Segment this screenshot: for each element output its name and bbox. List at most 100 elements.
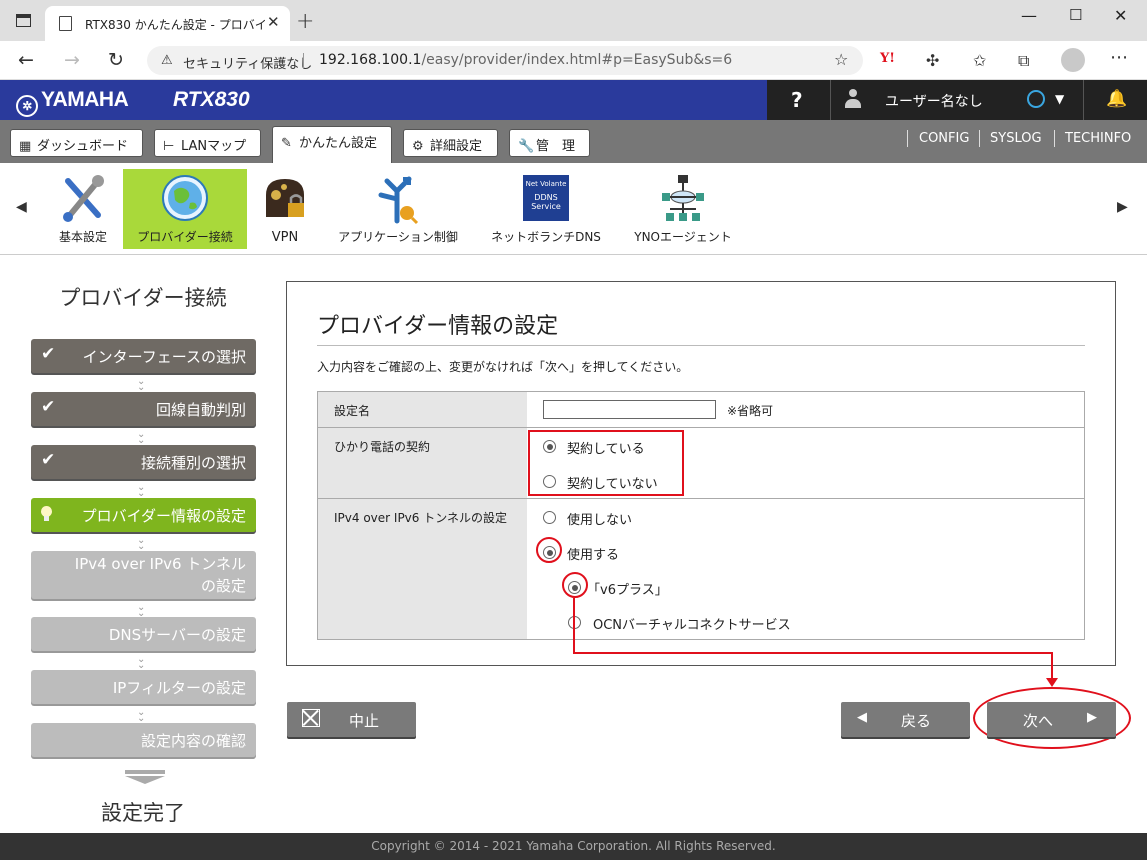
reload-icon[interactable]: ↻ <box>108 49 124 71</box>
help-button[interactable]: ? <box>791 88 803 112</box>
annotation-line <box>573 652 1053 654</box>
main-menu: ▦ ダッシュボード ⊢ LANマップ ✎ かんたん設定 ⚙ 詳細設定 🔧 管 理 <box>0 120 1147 163</box>
back-button[interactable]: ◀ 戻る <box>841 702 970 737</box>
feature-yno-agent[interactable]: YNOエージェント <box>626 169 740 249</box>
techinfo-link[interactable]: TECHINFO <box>1065 131 1131 146</box>
optional-note: ※省略可 <box>727 404 774 418</box>
step-interface: ✔ インターフェースの選択 <box>31 339 256 373</box>
tab-advanced[interactable]: ⚙ 詳細設定 <box>403 129 498 157</box>
tunnel-unused-label[interactable]: 使用しない <box>567 509 632 528</box>
easy-setup-icon: ✎ <box>281 136 292 151</box>
setting-name-label: 設定名 <box>318 392 527 427</box>
user-name[interactable]: ユーザー名なし <box>885 91 983 111</box>
close-box-icon <box>302 709 320 727</box>
feature-netvolante-dns[interactable]: Net Volante DDNS Service ネットボランチDNS <box>483 169 609 249</box>
wrench-icon: 🔧 <box>518 139 535 154</box>
check-icon: ✔ <box>41 397 56 417</box>
gear-icon: ⚙ <box>412 139 424 154</box>
minimize-icon[interactable]: — <box>1021 6 1037 25</box>
maximize-icon[interactable]: ☐ <box>1069 6 1082 24</box>
add-favorite-icon[interactable]: ☆ <box>834 50 848 69</box>
step-confirm: 設定内容の確認 <box>31 723 256 757</box>
syslog-link[interactable]: SYSLOG <box>990 131 1042 146</box>
new-tab-icon[interactable]: + <box>296 9 314 34</box>
footer: Copyright © 2014 - 2021 Yamaha Corporati… <box>0 833 1147 860</box>
cancel-button[interactable]: 中止 <box>287 702 416 737</box>
model-name: RTX830 <box>173 88 250 111</box>
profile-avatar[interactable] <box>1061 48 1085 72</box>
url-field[interactable]: ⚠ セキュリティ保護なし 192.168.100.1/easy/provider… <box>147 46 863 75</box>
chevron-down-icon: ⌄ ⌄ <box>137 482 146 499</box>
divider <box>907 130 908 147</box>
hikari-phone-label: ひかり電話の契約 <box>318 428 527 498</box>
next-button[interactable]: 次へ ▶ <box>987 702 1116 737</box>
divider <box>830 80 831 120</box>
close-window-icon[interactable]: ✕ <box>1114 6 1127 25</box>
chevron-down-icon: ⌄ ⌄ <box>137 707 146 724</box>
highlight-hikari <box>528 430 684 496</box>
v6plus-label[interactable]: 「v6プラス」 <box>587 579 668 598</box>
lightbulb-icon <box>41 506 52 521</box>
browser-tab[interactable]: RTX830 かんたん設定 - プロバイダー接 ✕ <box>45 6 290 41</box>
row-setting-name: 設定名 ※省略可 <box>318 392 1084 428</box>
yamaha-logo: ✲ YAMAHA <box>16 88 129 117</box>
chevron-down-icon: ⌄ ⌄ <box>137 535 146 552</box>
network-icon <box>662 175 704 221</box>
chevron-down-icon[interactable]: ▼ <box>1055 92 1064 106</box>
feature-app-control[interactable]: アプリケーション制御 <box>330 169 466 249</box>
chevron-down-icon: ⌄ ⌄ <box>137 602 146 619</box>
close-tab-icon[interactable]: ✕ <box>267 13 280 31</box>
scroll-left-icon[interactable]: ◀ <box>16 199 27 215</box>
status-ring-icon[interactable] <box>1027 90 1045 108</box>
globe-icon <box>162 175 208 221</box>
warning-icon[interactable]: ⚠ <box>161 53 173 68</box>
row-tunnel: IPv4 over IPv6 トンネルの設定 使用しない 使用する 「v6プラス… <box>318 499 1084 639</box>
tab-lan-map[interactable]: ⊢ LANマップ <box>154 129 261 157</box>
arrow-down-icon <box>125 770 165 784</box>
row-hikari-phone: ひかり電話の契約 契約している 契約していない <box>318 428 1084 499</box>
step-provider-info: プロバイダー情報の設定 <box>31 498 256 532</box>
step-connection-type: ✔ 接続種別の選択 <box>31 445 256 479</box>
url-text[interactable]: 192.168.100.1/easy/provider/index.html#p… <box>319 52 732 68</box>
scroll-right-icon[interactable]: ▶ <box>1117 199 1128 215</box>
forward-icon[interactable]: → <box>64 49 80 71</box>
highlight-v6plus <box>562 572 588 598</box>
feature-basic[interactable]: 基本設定 <box>50 169 116 249</box>
chevron-down-icon: ⌄ ⌄ <box>137 654 146 671</box>
highlight-tunnel-use <box>536 537 562 563</box>
step-complete: 設定完了 <box>101 801 185 825</box>
tunnel-use-label[interactable]: 使用する <box>567 544 619 563</box>
tab-management[interactable]: 🔧 管 理 <box>509 129 590 157</box>
security-label[interactable]: セキュリティ保護なし <box>183 53 312 72</box>
step-ip-filter: IPフィルターの設定 <box>31 670 256 704</box>
feature-vpn[interactable]: VPN <box>255 169 315 249</box>
config-link[interactable]: CONFIG <box>919 131 969 146</box>
feature-strip: ◀ 基本設定 プロバイダー接続 VPN アプリケーション制御 Net Volan… <box>0 163 1147 255</box>
favorites-icon[interactable]: ✩ <box>973 51 986 70</box>
collections-icon[interactable]: ⧉ <box>1018 51 1029 71</box>
user-icon[interactable] <box>845 89 861 109</box>
url-divider <box>303 53 304 68</box>
tuning-fork-icon: ✲ <box>16 95 38 117</box>
ocn-label[interactable]: OCNバーチャルコネクトサービス <box>593 614 791 633</box>
back-icon[interactable]: ← <box>18 49 34 71</box>
setting-name-input[interactable] <box>543 400 716 419</box>
tab-dashboard[interactable]: ▦ ダッシュボード <box>10 129 143 157</box>
tab-actions-icon[interactable] <box>16 14 31 27</box>
divider <box>1083 80 1084 120</box>
yahoo-icon[interactable]: Y! <box>880 51 895 66</box>
annotation-line <box>1051 652 1053 680</box>
tunnel-unused-radio[interactable] <box>543 511 556 524</box>
notification-bell-icon[interactable]: 🔔 <box>1106 89 1127 109</box>
more-icon[interactable]: ⋯ <box>1110 47 1128 68</box>
tools-icon <box>63 175 104 222</box>
step-ipv4-over-ipv6: IPv4 over IPv6 トンネル の設定 <box>31 551 256 599</box>
app-header: ✲ YAMAHA RTX830 ? ユーザー名なし ▼ 🔔 <box>0 80 1147 120</box>
browser-tab-bar: RTX830 かんたん設定 - プロバイダー接 ✕ + — ☐ ✕ <box>0 0 1147 41</box>
divider <box>1054 130 1055 147</box>
instruction-text: 入力内容をご確認の上、変更がなければ「次へ」を押してください。 <box>317 360 689 374</box>
tab-easy-setup[interactable]: ✎ かんたん設定 <box>272 126 392 163</box>
extensions-icon[interactable]: ✣ <box>926 51 939 70</box>
feature-provider[interactable]: プロバイダー接続 <box>123 169 247 249</box>
dashboard-icon: ▦ <box>19 139 32 154</box>
